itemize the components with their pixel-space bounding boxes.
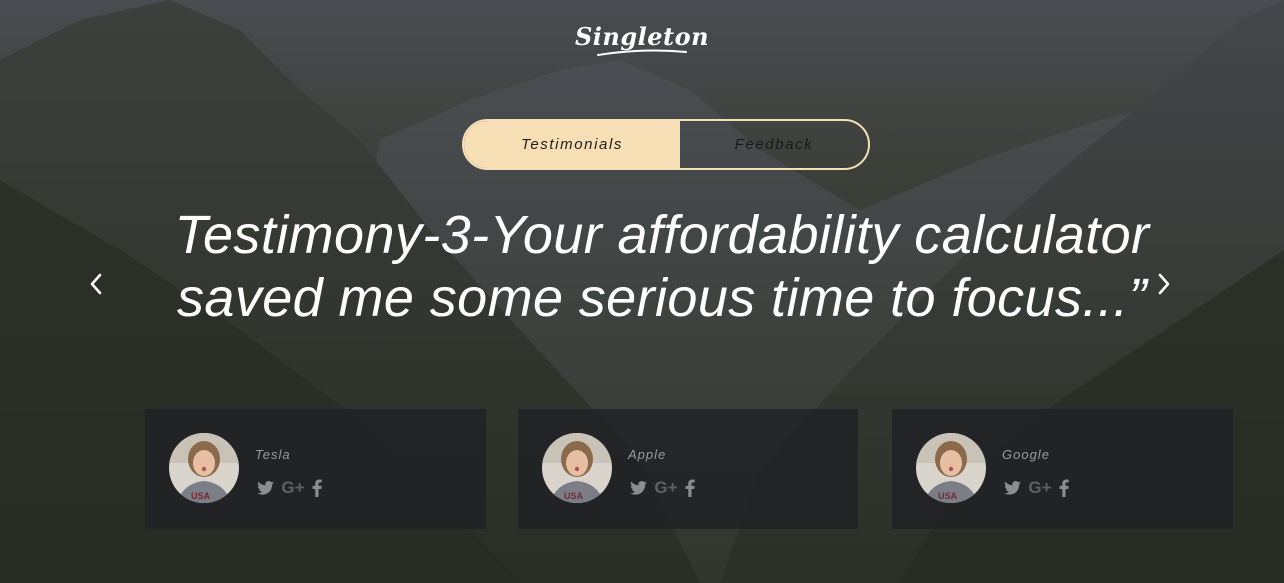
client-name: Google — [1002, 447, 1050, 462]
client-card[interactable]: USA Google G+ — [892, 409, 1233, 529]
chevron-left-icon — [90, 273, 102, 295]
client-cards: USA Tesla G+ USA Apple G+ USA Google G+ — [0, 409, 1284, 529]
brand-logo[interactable]: Singleton — [0, 22, 1284, 57]
twitter-icon[interactable] — [628, 478, 648, 498]
avatar: USA — [542, 433, 612, 503]
google-plus-icon[interactable]: G+ — [654, 478, 678, 498]
client-card[interactable]: USA Tesla G+ — [145, 409, 486, 529]
facebook-icon[interactable] — [1058, 478, 1070, 498]
avatar: USA — [169, 433, 239, 503]
logo-text: Singleton — [574, 22, 710, 51]
facebook-icon[interactable] — [311, 478, 323, 498]
twitter-icon[interactable] — [1002, 478, 1022, 498]
social-links: G+ — [1002, 478, 1070, 498]
facebook-icon[interactable] — [684, 478, 696, 498]
svg-text:USA: USA — [938, 491, 958, 501]
client-name: Tesla — [255, 447, 291, 462]
prev-slide-button[interactable] — [83, 270, 109, 298]
svg-text:USA: USA — [564, 491, 584, 501]
social-links: G+ — [628, 478, 696, 498]
social-links: G+ — [255, 478, 323, 498]
tab-switcher: Testimonials Feedback — [462, 119, 870, 170]
avatar: USA — [916, 433, 986, 503]
tab-feedback[interactable]: Feedback — [680, 121, 868, 168]
svg-text:USA: USA — [191, 491, 211, 501]
twitter-icon[interactable] — [255, 478, 275, 498]
testimonial-quote: Testimony-3-Your affordability calculato… — [174, 205, 1150, 328]
google-plus-icon[interactable]: G+ — [1028, 478, 1052, 498]
tab-testimonials[interactable]: Testimonials — [464, 121, 680, 168]
google-plus-icon[interactable]: G+ — [281, 478, 305, 498]
client-name: Apple — [628, 447, 667, 462]
client-card[interactable]: USA Apple G+ — [518, 409, 858, 529]
